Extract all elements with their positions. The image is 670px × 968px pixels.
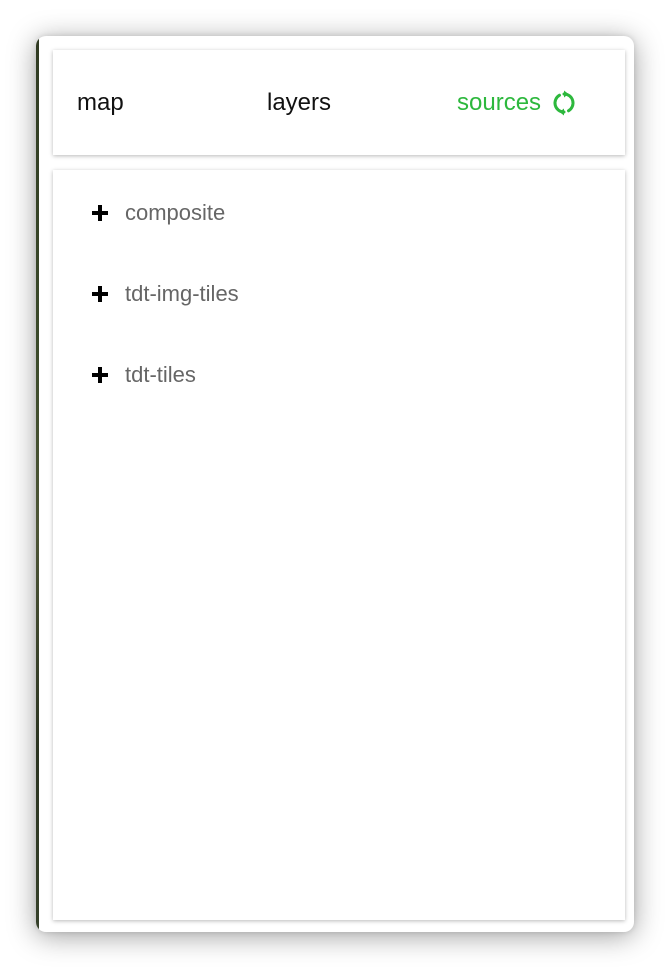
plus-icon[interactable] bbox=[91, 204, 109, 222]
map-background-edge bbox=[36, 36, 39, 932]
panel-tab-bar: map layers sources bbox=[53, 50, 625, 155]
sources-content: composite tdt-img-tiles tdt-tiles bbox=[53, 170, 625, 920]
source-item-composite[interactable]: composite bbox=[91, 198, 239, 228]
source-list: composite tdt-img-tiles tdt-tiles bbox=[91, 198, 239, 441]
source-name: composite bbox=[125, 200, 226, 225]
plus-icon[interactable] bbox=[91, 285, 109, 303]
tab-map[interactable]: map bbox=[77, 88, 124, 118]
source-name: tdt-img-tiles bbox=[125, 281, 239, 306]
source-item-tdt-img-tiles[interactable]: tdt-img-tiles bbox=[91, 279, 239, 309]
tab-sources-label: sources bbox=[457, 89, 542, 116]
tab-sources[interactable]: sources bbox=[457, 88, 577, 118]
source-item-tdt-tiles[interactable]: tdt-tiles bbox=[91, 360, 239, 390]
sources-panel-window: map layers sources composite tdt-img-til… bbox=[36, 36, 634, 932]
source-name: tdt-tiles bbox=[125, 362, 196, 387]
plus-icon[interactable] bbox=[91, 366, 109, 384]
refresh-icon[interactable] bbox=[551, 90, 577, 116]
tab-layers[interactable]: layers bbox=[267, 88, 331, 118]
